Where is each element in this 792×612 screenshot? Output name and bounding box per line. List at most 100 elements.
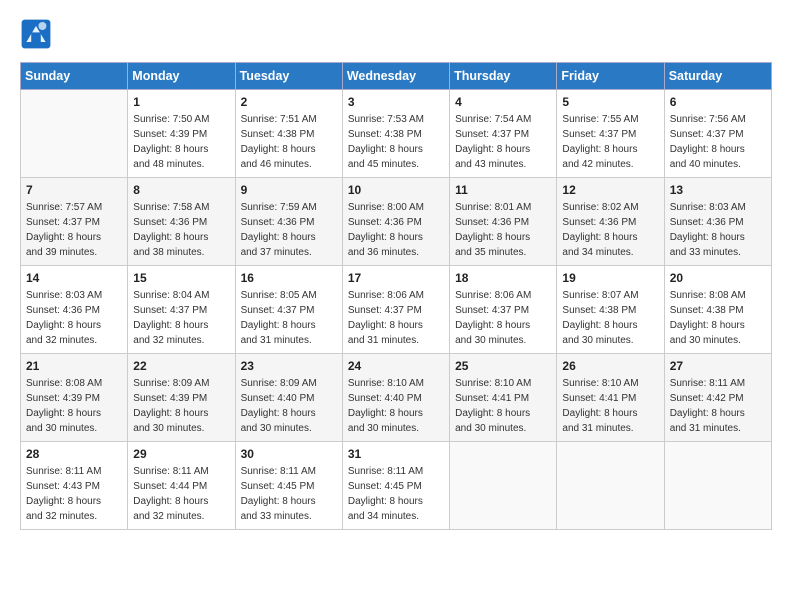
header-cell-monday: Monday	[128, 63, 235, 90]
day-number: 2	[241, 95, 337, 109]
day-info: Sunrise: 7:58 AM Sunset: 4:36 PM Dayligh…	[133, 200, 229, 260]
day-number: 15	[133, 271, 229, 285]
day-number: 30	[241, 447, 337, 461]
day-cell	[21, 90, 128, 178]
day-cell: 16 Sunrise: 8:05 AM Sunset: 4:37 PM Dayli…	[235, 266, 342, 354]
day-number: 8	[133, 183, 229, 197]
day-number: 4	[455, 95, 551, 109]
day-cell: 8 Sunrise: 7:58 AM Sunset: 4:36 PM Daylig…	[128, 178, 235, 266]
day-info: Sunrise: 8:03 AM Sunset: 4:36 PM Dayligh…	[26, 288, 122, 348]
day-number: 9	[241, 183, 337, 197]
day-cell: 5 Sunrise: 7:55 AM Sunset: 4:37 PM Daylig…	[557, 90, 664, 178]
day-cell: 1 Sunrise: 7:50 AM Sunset: 4:39 PM Daylig…	[128, 90, 235, 178]
day-info: Sunrise: 7:50 AM Sunset: 4:39 PM Dayligh…	[133, 112, 229, 172]
day-cell: 15 Sunrise: 8:04 AM Sunset: 4:37 PM Dayli…	[128, 266, 235, 354]
day-number: 7	[26, 183, 122, 197]
day-number: 10	[348, 183, 444, 197]
day-number: 19	[562, 271, 658, 285]
day-info: Sunrise: 8:04 AM Sunset: 4:37 PM Dayligh…	[133, 288, 229, 348]
header-row: SundayMondayTuesdayWednesdayThursdayFrid…	[21, 63, 772, 90]
day-cell: 10Sunrise: 8:00 AM Sunset: 4:36 PM Dayli…	[342, 178, 449, 266]
day-info: Sunrise: 8:06 AM Sunset: 4:37 PM Dayligh…	[348, 288, 444, 348]
day-cell: 31 Sunrise: 8:11 AM Sunset: 4:45 PM Dayli…	[342, 442, 449, 530]
day-info: Sunrise: 7:51 AM Sunset: 4:38 PM Dayligh…	[241, 112, 337, 172]
day-cell: 25 Sunrise: 8:10 AM Sunset: 4:41 PM Dayli…	[450, 354, 557, 442]
day-info: Sunrise: 8:08 AM Sunset: 4:39 PM Dayligh…	[26, 376, 122, 436]
day-cell: 4 Sunrise: 7:54 AM Sunset: 4:37 PM Daylig…	[450, 90, 557, 178]
day-number: 29	[133, 447, 229, 461]
day-info: Sunrise: 7:54 AM Sunset: 4:37 PM Dayligh…	[455, 112, 551, 172]
day-cell: 11 Sunrise: 8:01 AM Sunset: 4:36 PM Dayli…	[450, 178, 557, 266]
header	[20, 18, 772, 50]
day-cell: 14 Sunrise: 8:03 AM Sunset: 4:36 PM Dayli…	[21, 266, 128, 354]
logo	[20, 18, 56, 50]
week-row-5: 28 Sunrise: 8:11 AM Sunset: 4:43 PM Dayli…	[21, 442, 772, 530]
day-cell	[450, 442, 557, 530]
day-info: Sunrise: 8:11 AM Sunset: 4:45 PM Dayligh…	[241, 464, 337, 524]
day-cell: 17 Sunrise: 8:06 AM Sunset: 4:37 PM Dayli…	[342, 266, 449, 354]
day-cell	[664, 442, 771, 530]
week-row-4: 21Sunrise: 8:08 AM Sunset: 4:39 PM Dayli…	[21, 354, 772, 442]
day-cell: 26 Sunrise: 8:10 AM Sunset: 4:41 PM Dayli…	[557, 354, 664, 442]
day-number: 3	[348, 95, 444, 109]
day-number: 11	[455, 183, 551, 197]
day-info: Sunrise: 8:05 AM Sunset: 4:37 PM Dayligh…	[241, 288, 337, 348]
day-number: 28	[26, 447, 122, 461]
day-cell	[557, 442, 664, 530]
day-number: 13	[670, 183, 766, 197]
day-number: 12	[562, 183, 658, 197]
day-info: Sunrise: 8:11 AM Sunset: 4:43 PM Dayligh…	[26, 464, 122, 524]
day-number: 27	[670, 359, 766, 373]
day-cell: 20Sunrise: 8:08 AM Sunset: 4:38 PM Dayli…	[664, 266, 771, 354]
week-row-2: 7 Sunrise: 7:57 AM Sunset: 4:37 PM Daylig…	[21, 178, 772, 266]
day-cell: 13Sunrise: 8:03 AM Sunset: 4:36 PM Dayli…	[664, 178, 771, 266]
day-cell: 6Sunrise: 7:56 AM Sunset: 4:37 PM Daylig…	[664, 90, 771, 178]
day-cell: 23Sunrise: 8:09 AM Sunset: 4:40 PM Dayli…	[235, 354, 342, 442]
day-info: Sunrise: 8:01 AM Sunset: 4:36 PM Dayligh…	[455, 200, 551, 260]
day-cell: 24 Sunrise: 8:10 AM Sunset: 4:40 PM Dayli…	[342, 354, 449, 442]
day-cell: 28 Sunrise: 8:11 AM Sunset: 4:43 PM Dayli…	[21, 442, 128, 530]
day-number: 17	[348, 271, 444, 285]
day-number: 22	[133, 359, 229, 373]
day-cell: 27 Sunrise: 8:11 AM Sunset: 4:42 PM Dayli…	[664, 354, 771, 442]
day-number: 16	[241, 271, 337, 285]
header-cell-saturday: Saturday	[664, 63, 771, 90]
day-cell: 29 Sunrise: 8:11 AM Sunset: 4:44 PM Dayli…	[128, 442, 235, 530]
day-info: Sunrise: 8:02 AM Sunset: 4:36 PM Dayligh…	[562, 200, 658, 260]
page: SundayMondayTuesdayWednesdayThursdayFrid…	[0, 0, 792, 548]
day-number: 26	[562, 359, 658, 373]
day-cell: 2 Sunrise: 7:51 AM Sunset: 4:38 PM Daylig…	[235, 90, 342, 178]
day-info: Sunrise: 7:59 AM Sunset: 4:36 PM Dayligh…	[241, 200, 337, 260]
day-info: Sunrise: 8:09 AM Sunset: 4:39 PM Dayligh…	[133, 376, 229, 436]
day-number: 23	[241, 359, 337, 373]
day-number: 14	[26, 271, 122, 285]
day-number: 1	[133, 95, 229, 109]
header-cell-friday: Friday	[557, 63, 664, 90]
day-info: Sunrise: 7:55 AM Sunset: 4:37 PM Dayligh…	[562, 112, 658, 172]
day-info: Sunrise: 8:10 AM Sunset: 4:40 PM Dayligh…	[348, 376, 444, 436]
day-info: Sunrise: 7:53 AM Sunset: 4:38 PM Dayligh…	[348, 112, 444, 172]
day-info: Sunrise: 8:11 AM Sunset: 4:44 PM Dayligh…	[133, 464, 229, 524]
week-row-3: 14 Sunrise: 8:03 AM Sunset: 4:36 PM Dayli…	[21, 266, 772, 354]
day-number: 25	[455, 359, 551, 373]
header-cell-wednesday: Wednesday	[342, 63, 449, 90]
day-info: Sunrise: 8:11 AM Sunset: 4:42 PM Dayligh…	[670, 376, 766, 436]
day-cell: 22 Sunrise: 8:09 AM Sunset: 4:39 PM Dayli…	[128, 354, 235, 442]
day-cell: 3 Sunrise: 7:53 AM Sunset: 4:38 PM Daylig…	[342, 90, 449, 178]
day-number: 31	[348, 447, 444, 461]
calendar-table: SundayMondayTuesdayWednesdayThursdayFrid…	[20, 62, 772, 530]
day-cell: 18Sunrise: 8:06 AM Sunset: 4:37 PM Dayli…	[450, 266, 557, 354]
header-cell-sunday: Sunday	[21, 63, 128, 90]
day-cell: 7 Sunrise: 7:57 AM Sunset: 4:37 PM Daylig…	[21, 178, 128, 266]
day-number: 24	[348, 359, 444, 373]
day-info: Sunrise: 8:07 AM Sunset: 4:38 PM Dayligh…	[562, 288, 658, 348]
day-info: Sunrise: 8:10 AM Sunset: 4:41 PM Dayligh…	[455, 376, 551, 436]
day-cell: 9 Sunrise: 7:59 AM Sunset: 4:36 PM Daylig…	[235, 178, 342, 266]
day-info: Sunrise: 7:57 AM Sunset: 4:37 PM Dayligh…	[26, 200, 122, 260]
day-info: Sunrise: 8:11 AM Sunset: 4:45 PM Dayligh…	[348, 464, 444, 524]
day-number: 6	[670, 95, 766, 109]
day-cell: 19 Sunrise: 8:07 AM Sunset: 4:38 PM Dayli…	[557, 266, 664, 354]
day-number: 5	[562, 95, 658, 109]
day-info: Sunrise: 8:08 AM Sunset: 4:38 PM Dayligh…	[670, 288, 766, 348]
day-info: Sunrise: 8:10 AM Sunset: 4:41 PM Dayligh…	[562, 376, 658, 436]
